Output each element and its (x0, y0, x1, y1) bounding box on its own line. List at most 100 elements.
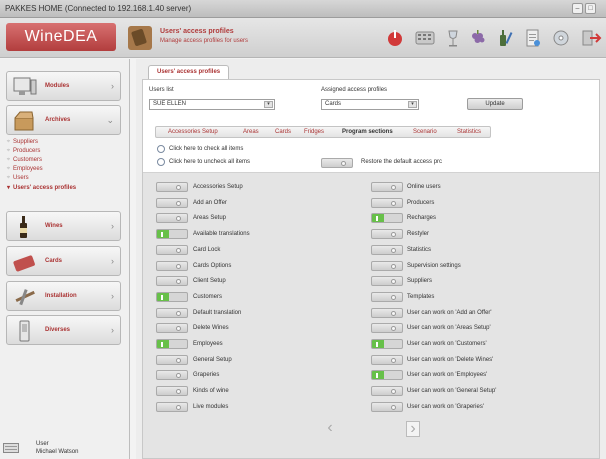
permission-left-label: Available translations (193, 231, 250, 238)
chevron-right-icon: › (111, 81, 114, 91)
tab-cards[interactable]: Cards (275, 129, 291, 135)
archive-item-suppliers[interactable]: ⌖ Suppliers (6, 139, 38, 146)
permission-left-toggle[interactable] (156, 276, 188, 287)
permission-left-toggle[interactable] (156, 182, 188, 192)
next-page-button[interactable]: › (406, 421, 420, 437)
minimize-icon[interactable]: – (572, 3, 583, 14)
permission-left-toggle[interactable] (156, 401, 188, 412)
permission-left-toggle[interactable] (156, 307, 188, 318)
prev-page-button[interactable]: ‹ (323, 420, 337, 437)
permission-left-toggle[interactable] (156, 229, 188, 240)
app-logo: WineDEA (6, 23, 116, 51)
permission-right-toggle[interactable] (371, 244, 403, 255)
maximize-icon[interactable]: □ (585, 3, 596, 14)
permission-right-label: User can work on 'Areas Setup' (407, 325, 491, 332)
permission-right-toggle[interactable] (371, 323, 403, 334)
keypad-icon[interactable] (414, 27, 436, 49)
access-profile-icon (128, 26, 152, 50)
wine-bottle-icon (20, 216, 27, 238)
permission-right-label: User can work on 'Graperies' (407, 403, 484, 410)
permission-right-toggle[interactable] (371, 197, 403, 208)
tab-users-access-profiles[interactable]: Users' access profiles (148, 65, 230, 79)
archive-item-users[interactable]: ⌖ Users (6, 175, 29, 182)
exit-icon[interactable] (580, 27, 602, 49)
sidebar-archives[interactable]: Archives ⌄ (6, 105, 121, 135)
assigned-profiles-select[interactable]: Cards ▾ (321, 99, 419, 110)
users-list-select[interactable]: SUE ELLEN ▾ (149, 99, 275, 110)
permission-left-toggle[interactable] (156, 260, 188, 271)
permission-left-label: Accessories Setup (193, 184, 243, 190)
restore-default-label: Restore the default access prc (361, 159, 443, 165)
chevron-down-icon: ⌄ (106, 115, 114, 125)
permission-right-toggle[interactable] (371, 370, 403, 381)
permission-left-toggle[interactable] (156, 386, 188, 397)
permission-left-toggle[interactable] (156, 354, 188, 365)
keyboard-icon (3, 443, 19, 453)
uncheck-all-label[interactable]: Click here to uncheck all items (169, 159, 250, 165)
sidebar-installation[interactable]: Installation › (6, 281, 121, 311)
permission-right-toggle[interactable] (371, 182, 403, 192)
disc-icon[interactable] (550, 27, 572, 49)
subtab-bar: Accessories Setup Areas Cards Fridges Pr… (155, 126, 491, 138)
permission-left-toggle[interactable] (156, 213, 188, 224)
sidebar-wines[interactable]: Wines › (6, 211, 121, 241)
uncheck-all-radio[interactable] (157, 158, 165, 166)
archive-item-access-profiles[interactable]: ▾ Users' access profiles (6, 184, 76, 191)
window-title: PAKKES HOME (Connected to 192.168.1.40 s… (5, 4, 192, 13)
app-header: WineDEA Users' access profiles Manage ac… (0, 18, 606, 58)
monitor-icon (13, 77, 37, 95)
tab-accessories-setup[interactable]: Accessories Setup (168, 129, 218, 135)
sidebar-modules[interactable]: Modules › (6, 71, 121, 101)
sidebar-diverses[interactable]: Diverses › (6, 315, 121, 345)
permission-left-label: General Setup (193, 356, 232, 363)
sidebar-diverses-label: Diverses (45, 327, 71, 333)
permission-right-toggle[interactable] (371, 276, 403, 287)
bottle-pen-icon[interactable] (494, 27, 516, 49)
archive-item-producers[interactable]: ⌖ Producers (6, 148, 41, 155)
archive-item-customers[interactable]: ⌖ Customers (6, 157, 42, 164)
archive-item-label: Employees (13, 166, 43, 172)
archive-item-employees[interactable]: ⌖ Employees (6, 166, 43, 173)
sidebar-modules-label: Modules (45, 83, 70, 89)
document-icon[interactable] (522, 27, 544, 49)
permission-right-toggle[interactable] (371, 401, 403, 412)
update-button[interactable]: Update (467, 98, 523, 110)
tab-fridges[interactable]: Fridges (304, 129, 324, 135)
sidebar-cards[interactable]: Cards › (6, 246, 121, 276)
permission-right-toggle[interactable] (371, 229, 403, 240)
chevron-down-icon: ▾ (408, 101, 417, 108)
glass-icon[interactable] (442, 27, 464, 49)
permission-left-label: Graperies (193, 372, 220, 379)
permission-right-toggle[interactable] (371, 213, 403, 224)
tab-program-sections[interactable]: Program sections (342, 129, 393, 135)
permission-left-toggle[interactable] (156, 323, 188, 334)
permission-right-toggle[interactable] (371, 260, 403, 271)
permission-left-toggle[interactable] (156, 291, 188, 302)
check-all-radio[interactable] (157, 145, 165, 153)
sidebar-cards-label: Cards (45, 258, 63, 264)
permission-right-toggle[interactable] (371, 339, 403, 349)
permission-right-toggle[interactable] (371, 354, 403, 365)
permission-right-toggle[interactable] (371, 386, 403, 397)
tab-areas[interactable]: Areas (243, 129, 259, 135)
tab-statistics[interactable]: Statistics (457, 129, 481, 135)
grapes-icon[interactable] (467, 27, 489, 49)
chevron-right-icon: › (111, 325, 114, 335)
permission-left-toggle[interactable] (156, 339, 188, 349)
permission-right-label: Recharges (407, 215, 437, 222)
permission-left-toggle[interactable] (156, 370, 188, 381)
users-list-value: SUE ELLEN (153, 101, 187, 107)
user-label: User (36, 441, 49, 447)
power-icon[interactable] (384, 27, 406, 49)
permission-left-label: Card Lock (193, 246, 221, 253)
tab-scenario[interactable]: Scenario (413, 129, 437, 135)
permission-right-label: User can work on 'Delete Wines' (407, 356, 494, 363)
permission-right-toggle[interactable] (371, 291, 403, 302)
archive-item-label: Producers (13, 148, 41, 154)
sidebar-wines-label: Wines (45, 223, 63, 229)
permission-right-toggle[interactable] (371, 307, 403, 318)
check-all-label[interactable]: Click here to check all items (169, 146, 243, 152)
permission-left-toggle[interactable] (156, 244, 188, 255)
restore-default-toggle[interactable] (321, 158, 353, 168)
permission-left-toggle[interactable] (156, 197, 188, 208)
